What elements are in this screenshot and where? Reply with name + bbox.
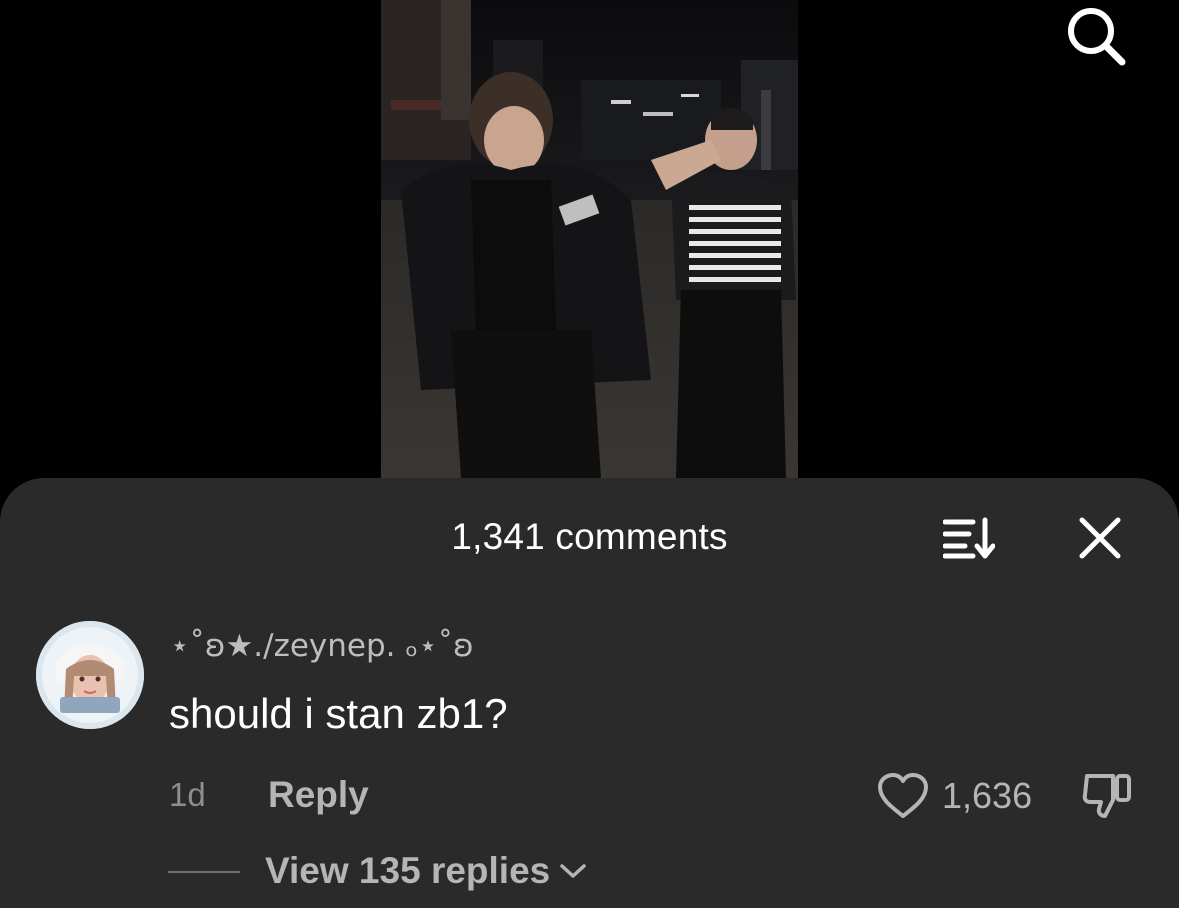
dislike-button[interactable] — [1076, 770, 1138, 822]
reply-button[interactable]: Reply — [268, 774, 369, 816]
screen: 1,341 comments ⋆˚ʚ★./zeynep. ₒ⋆˚ʚ should… — [0, 0, 1179, 908]
video-frame-image — [381, 0, 798, 478]
sort-icon — [943, 517, 995, 559]
like-count: 1,636 — [942, 775, 1033, 816]
comments-sheet: 1,341 comments ⋆˚ʚ★./zeynep. ₒ⋆˚ʚ should… — [0, 478, 1179, 908]
chevron-down-icon — [558, 861, 588, 881]
sort-button[interactable] — [935, 510, 1003, 566]
comment-username[interactable]: ⋆˚ʚ★./zeynep. ₒ⋆˚ʚ — [170, 628, 474, 664]
avatar-image — [36, 621, 144, 729]
close-icon — [1079, 517, 1121, 559]
comment-timestamp: 1d — [169, 776, 206, 813]
video-player[interactable] — [381, 0, 798, 478]
view-replies-label: View 135 replies — [265, 850, 551, 891]
comment-text: should i stan zb1? — [169, 690, 508, 737]
heart-icon — [878, 773, 928, 818]
search-button[interactable] — [1058, 2, 1134, 70]
thumbs-down-icon — [1082, 774, 1131, 818]
replies-divider — [168, 871, 240, 873]
like-button[interactable]: 1,636 — [876, 772, 1032, 820]
view-replies-button[interactable]: View 135 replies — [265, 850, 588, 892]
close-button[interactable] — [1070, 508, 1130, 568]
search-icon — [1068, 8, 1126, 66]
avatar[interactable] — [36, 621, 144, 729]
